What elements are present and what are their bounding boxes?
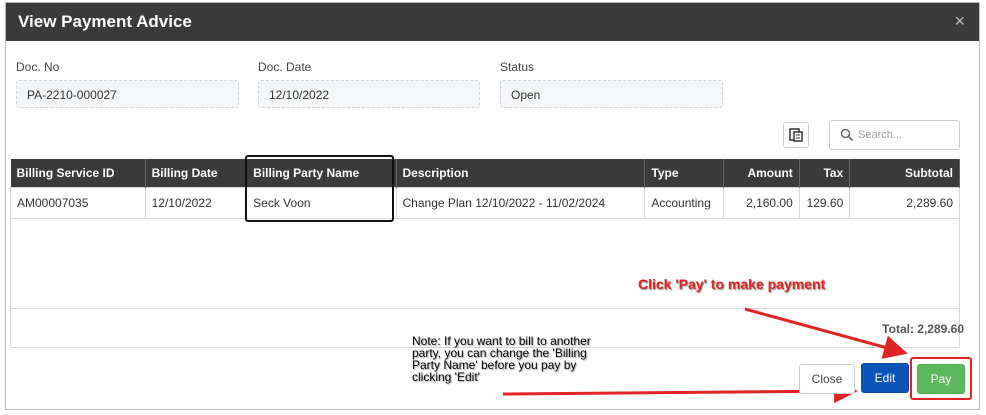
annotation-arrows	[502, 307, 908, 404]
edit-button[interactable]: Edit	[861, 363, 909, 393]
pay-button[interactable]: Pay	[917, 364, 965, 394]
close-button[interactable]: Close	[799, 364, 855, 394]
pay-arrow	[744, 307, 908, 359]
